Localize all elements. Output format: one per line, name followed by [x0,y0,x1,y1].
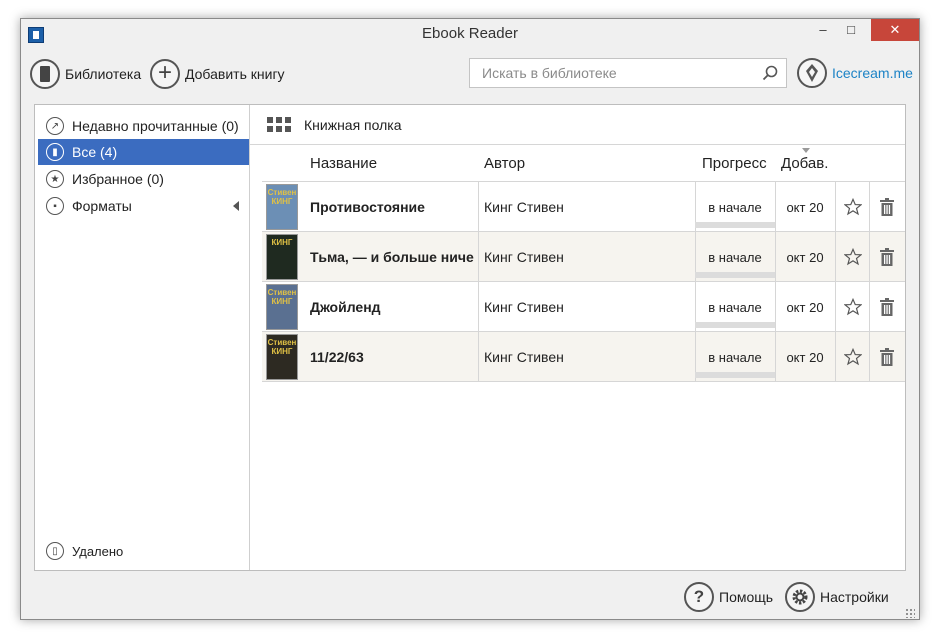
share-icon: ↗ [46,117,64,135]
book-author: Кинг Стивен [484,299,564,315]
progress-bar [695,322,775,328]
book-title: Противостояние [310,199,425,215]
delete-trash-icon[interactable] [880,348,894,366]
main-panel: ↗ Недавно прочитанные (0) ▮ Все (4) ★ Из… [34,104,906,571]
book-added-date: окт 20 [786,300,824,315]
book-title: Тьма, — и больше ниче [310,249,474,265]
toolbar: Библиотека + Добавить книгу Icecream.me [21,49,919,101]
book-author: Кинг Стивен [484,349,564,365]
icecream-brand-link[interactable]: Icecream.me [797,58,913,88]
sidebar-item-label: Все (4) [72,144,118,160]
content-area: Книжная полка Название Автор Прогресс До… [250,105,905,570]
star-icon: ★ [46,170,64,188]
column-header-author[interactable]: Автор [484,155,525,172]
book-author: Кинг Стивен [484,249,564,265]
library-button[interactable]: Библиотека [30,58,141,90]
search-icon[interactable] [762,65,778,81]
book-progress: в начале [695,232,775,282]
library-label: Библиотека [65,66,142,82]
add-book-label: Добавить книгу [185,66,285,82]
gear-icon [785,582,815,612]
column-header-progress[interactable]: Прогресс [702,155,767,172]
progress-bar [695,272,775,278]
bookshelf-view-toggle[interactable]: Книжная полка [250,105,905,145]
plus-icon: + [150,59,180,89]
resize-grip-icon[interactable] [905,608,915,618]
app-window: Ebook Reader – □ ✕ Библиотека + Добавить… [20,18,920,620]
trash-icon: ▯ [46,542,64,560]
progress-bar [695,222,775,228]
book-progress: в начале [695,182,775,232]
table-header: Название Автор Прогресс Добав. [262,145,905,182]
expand-arrow-icon[interactable] [233,201,239,211]
help-button[interactable]: ? Помощь [684,582,773,612]
sidebar-item-label: Недавно прочитанные (0) [72,118,239,134]
book-author: Кинг Стивен [484,199,564,215]
maximize-button[interactable]: □ [837,19,865,41]
footer-bar: ? Помощь Настройки [21,576,919,619]
book-progress: в начале [695,282,775,332]
sidebar-item-all[interactable]: ▮ Все (4) [38,139,249,165]
grid-icon [267,116,291,133]
file-icon: ▪ [46,197,64,215]
sidebar: ↗ Недавно прочитанные (0) ▮ Все (4) ★ Из… [35,105,250,570]
book-cover: Стивен КИНГ [266,184,298,230]
column-header-added[interactable]: Добав. [781,155,828,172]
favorite-star-icon[interactable] [844,248,862,266]
title-bar[interactable]: Ebook Reader – □ ✕ [21,19,919,47]
sidebar-item-label: Форматы [72,198,132,214]
help-label: Помощь [719,589,774,605]
book-cover: Стивен КИНГ [266,334,298,380]
delete-trash-icon[interactable] [880,298,894,316]
add-book-button[interactable]: + Добавить книгу [150,58,285,90]
favorite-star-icon[interactable] [844,298,862,316]
settings-label: Настройки [820,589,889,605]
sidebar-item-label: Избранное (0) [72,171,164,187]
minimize-button[interactable]: – [809,19,837,41]
column-header-title[interactable]: Название [310,155,377,172]
window-title: Ebook Reader [422,25,518,42]
search-box [469,58,787,88]
delete-trash-icon[interactable] [880,248,894,266]
table-row[interactable]: Стивен КИНГ Джойленд Кинг Стивен в начал… [262,282,905,332]
sidebar-item-recent[interactable]: ↗ Недавно прочитанные (0) [38,113,249,139]
book-added-date: окт 20 [786,350,824,365]
icecream-logo-icon [797,58,827,88]
favorite-star-icon[interactable] [844,198,862,216]
table-row[interactable]: Стивен КИНГ 11/22/63 Кинг Стивен в начал… [262,332,905,382]
book-icon: ▮ [46,143,64,161]
shelf-label: Книжная полка [304,116,402,133]
sort-caret-icon [802,148,810,153]
books-table: Название Автор Прогресс Добав. Стивен КИ… [262,145,905,382]
help-question-icon: ? [684,582,714,612]
progress-bar [695,372,775,378]
settings-button[interactable]: Настройки [785,582,889,612]
book-title: Джойленд [310,299,381,315]
sidebar-item-deleted[interactable]: ▯ Удалено [38,538,249,564]
book-title: 11/22/63 [310,349,364,365]
close-button[interactable]: ✕ [871,19,919,41]
book-cover: Стивен КИНГ [266,284,298,330]
favorite-star-icon[interactable] [844,348,862,366]
table-row[interactable]: КИНГ Тьма, — и больше ниче Кинг Стивен в… [262,232,905,282]
sidebar-item-favorites[interactable]: ★ Избранное (0) [38,166,249,192]
library-book-icon [30,59,60,89]
brand-label: Icecream.me [832,65,913,81]
sidebar-item-formats[interactable]: ▪ Форматы [38,193,249,219]
book-added-date: окт 20 [786,250,824,265]
delete-trash-icon[interactable] [880,198,894,216]
search-input[interactable] [470,59,750,87]
book-progress: в начале [695,332,775,382]
table-row[interactable]: Стивен КИНГ Противостояние Кинг Стивен в… [262,182,905,232]
book-added-date: окт 20 [786,200,824,215]
deleted-label: Удалено [72,543,124,559]
book-cover: КИНГ [266,234,298,280]
